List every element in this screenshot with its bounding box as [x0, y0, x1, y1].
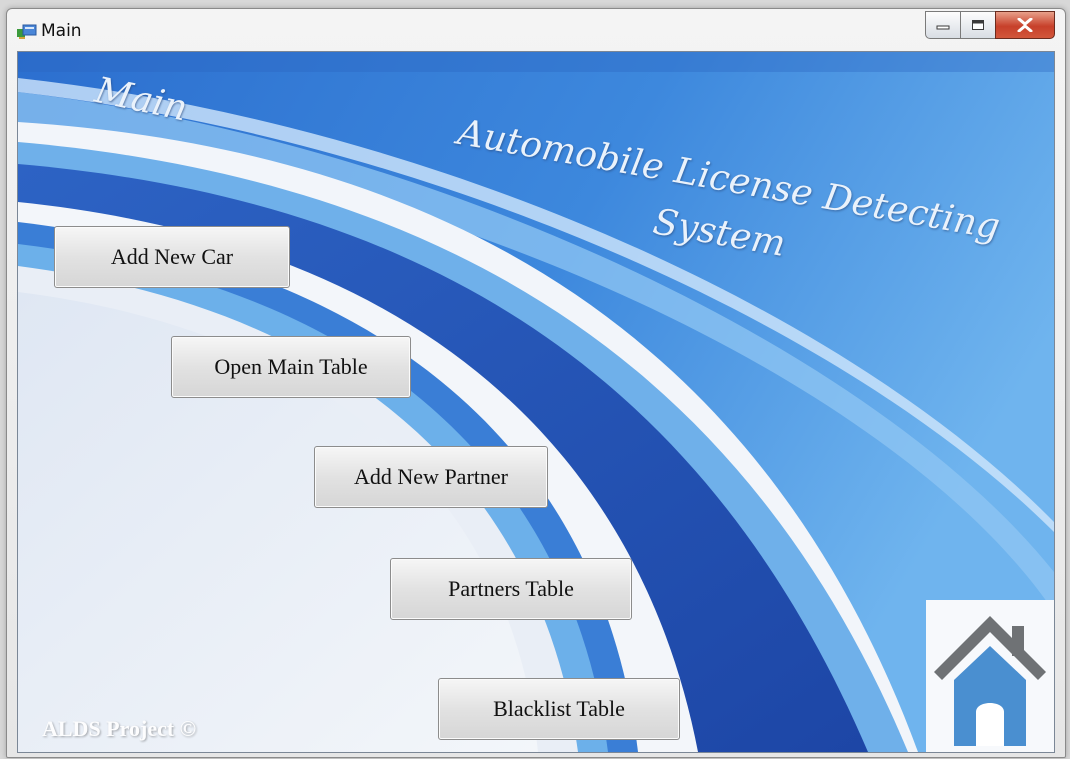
close-icon — [1017, 18, 1033, 32]
add-new-car-button[interactable]: Add New Car — [54, 226, 290, 288]
form-client-area: Main Automobile License Detecting System… — [17, 51, 1055, 753]
home-icon[interactable] — [926, 600, 1054, 752]
footer-project-label: ALDS Project © — [42, 716, 197, 741]
maximize-button[interactable] — [960, 11, 996, 39]
maximize-icon — [972, 20, 984, 30]
window-title: Main — [41, 21, 82, 41]
window-app-icon — [17, 24, 37, 39]
add-new-partner-button[interactable]: Add New Partner — [314, 446, 548, 508]
partners-table-button[interactable]: Partners Table — [390, 558, 632, 620]
main-window: Main Main Automobile License Detecting S… — [6, 8, 1066, 758]
minimize-button[interactable] — [925, 11, 961, 39]
caption-buttons — [925, 11, 1055, 41]
title-bar[interactable]: Main — [7, 9, 1065, 51]
close-button[interactable] — [995, 11, 1055, 39]
blacklist-table-button[interactable]: Blacklist Table — [438, 678, 680, 740]
open-main-table-button[interactable]: Open Main Table — [171, 336, 411, 398]
minimize-icon — [936, 25, 950, 30]
